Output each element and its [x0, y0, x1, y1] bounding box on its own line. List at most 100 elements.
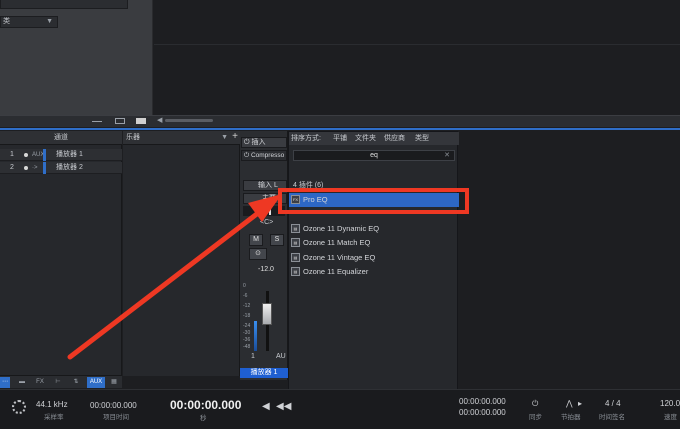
tempo[interactable]: 120.0	[660, 399, 680, 408]
list-item-label: Ozone 11 Equalizer	[303, 267, 369, 276]
plugin-browser-popup: 排序方式: 平铺 文件夹 供应商 类型 eq ✕ 4 插件 (6) FX Pro…	[288, 131, 459, 429]
close-icon[interactable]: ✕	[444, 151, 450, 160]
scroll-left-icon[interactable]: ◀	[157, 116, 162, 124]
metronome-icon[interactable]: ⋀	[566, 399, 573, 408]
right-time-1: 00:00:00.000	[459, 397, 506, 406]
fx-button[interactable]: FX	[34, 377, 46, 388]
sort-option-folder[interactable]: 文件夹	[355, 132, 376, 145]
top-toolbar: ◀	[0, 115, 680, 127]
performance-icon[interactable]	[12, 400, 26, 414]
metronome-label: 节拍器	[561, 414, 581, 421]
list-item[interactable]: ▤ Ozone 11 Equalizer	[289, 265, 459, 279]
scale-tick: -48	[243, 344, 251, 350]
time-signature[interactable]: 4 / 4	[605, 399, 621, 408]
channel-list-panel: 通道 1 AUX 播放器 1 2 ·> 播放器 2	[0, 131, 122, 376]
restore-icon[interactable]	[115, 118, 125, 124]
channel-type: AU	[276, 353, 286, 360]
scale-tick: -36	[243, 337, 251, 343]
list-item-label: Ozone 11 Dynamic EQ	[303, 224, 380, 233]
grid-line	[154, 44, 680, 45]
pan-indicator	[269, 207, 271, 215]
instrument-header-label: 乐器	[126, 134, 140, 141]
level-meter	[254, 321, 257, 351]
sort-option-flat[interactable]: 平铺	[333, 132, 347, 145]
plugin-icon: ▤	[291, 224, 300, 233]
list-item-label: Ozone 11 Match EQ	[303, 238, 371, 247]
sort-row: 排序方式: 平铺 文件夹 供应商 类型	[289, 132, 459, 145]
tempo-label: 速度	[664, 414, 677, 421]
scale-tick: -6	[243, 293, 248, 299]
horizontal-scrollbar[interactable]	[165, 119, 213, 122]
aux-button[interactable]: AUX	[87, 377, 105, 388]
insert-header[interactable]: ⏻ 插入	[241, 137, 287, 148]
fast-rewind-icon[interactable]: ◀◀	[276, 401, 291, 412]
main-time-unit: 秒	[200, 415, 207, 422]
sample-rate: 44.1 kHz	[36, 400, 68, 409]
rewind-icon[interactable]: ◀	[262, 401, 270, 412]
channel-num: 2	[10, 164, 14, 171]
power-icon[interactable]: ⏻	[244, 152, 251, 159]
top-dropdown-2[interactable]: 类 ▼	[0, 16, 58, 28]
list-item[interactable]: ▤ Ozone 11 Dynamic EQ	[289, 222, 459, 236]
search-input[interactable]: eq ✕	[293, 150, 455, 161]
insert-slot[interactable]: ⏻ Compresso	[241, 150, 287, 161]
list-icon[interactable]: ▬	[16, 377, 28, 388]
top-dropdown-2-label: 类	[3, 18, 10, 25]
project-time: 00:00:00.000	[90, 401, 137, 410]
sends-icon[interactable]: ⊢	[52, 377, 64, 388]
io-icon[interactable]: ⇅	[70, 377, 82, 388]
channel-name: 播放器 1	[56, 151, 83, 158]
sort-option-type[interactable]: 类型	[415, 132, 429, 145]
metronome-settings-icon[interactable]: ▸	[578, 399, 582, 408]
record-dot-icon[interactable]	[24, 153, 28, 157]
scale-tick: 0	[243, 283, 246, 289]
pan-value[interactable]: <C>	[260, 219, 273, 226]
project-time-label: 项目时间	[103, 414, 129, 421]
plugin-icon: ▤	[291, 267, 300, 276]
sync-label: 同步	[529, 414, 542, 421]
list-item[interactable]: ▤ Ozone 11 Match EQ	[289, 236, 459, 250]
mixer-view-icon[interactable]: ⋯	[0, 377, 10, 388]
main-time-display[interactable]: 00:00:00.000	[170, 398, 241, 412]
channel-name-strip[interactable]: 播放器 1	[240, 368, 288, 378]
right-time-2: 00:00:00.000	[459, 408, 506, 417]
mixer-channel-strip: ⏻ 插入 ⏻ Compresso 输入 L 主要 <C> M S ⊙ -12.0…	[240, 131, 288, 380]
channel-row[interactable]: 1 AUX 播放器 1	[0, 149, 122, 161]
monitor-button[interactable]: ⊙	[249, 248, 267, 260]
minimize-icon[interactable]	[92, 118, 102, 122]
list-item[interactable]: ▤ Ozone 11 Vintage EQ	[289, 251, 459, 265]
mute-button[interactable]: M	[249, 234, 263, 246]
solo-button[interactable]: S	[270, 234, 284, 246]
list-item-label: Ozone 11 Vintage EQ	[303, 253, 376, 262]
channel-row[interactable]: 2 ·> 播放器 2	[0, 162, 122, 174]
channel-number: 1	[251, 353, 255, 360]
volume-fader[interactable]	[262, 303, 272, 325]
instrument-panel: 乐器 ▼ +	[123, 131, 240, 376]
top-left-panel: 类 ▼	[0, 0, 153, 127]
transport-bar: 44.1 kHz 采样率 00:00:00.000 项目时间 00:00:00.…	[0, 389, 680, 429]
chevron-down-icon[interactable]: ▼	[221, 131, 228, 144]
sync-icon[interactable]: ⏻	[532, 399, 538, 409]
insert-label: 插入	[251, 139, 266, 146]
highlight-box	[278, 188, 469, 214]
grid-icon[interactable]: ▦	[108, 377, 120, 388]
sort-label: 排序方式:	[291, 135, 321, 142]
maximize-icon[interactable]	[136, 118, 146, 124]
chevron-down-icon: ▼	[46, 18, 53, 25]
scale-tick: -24	[243, 323, 251, 329]
divider-accent	[0, 128, 680, 130]
insert-slot-label: Compresso	[250, 152, 285, 159]
channel-header: 通道	[0, 131, 122, 145]
time-signature-label: 时间签名	[599, 414, 625, 421]
sort-option-vendor[interactable]: 供应商	[384, 132, 405, 145]
add-instrument-button[interactable]: +	[232, 131, 238, 143]
channel-color-bar	[43, 149, 46, 161]
channel-color-bar	[43, 162, 46, 174]
record-dot-icon[interactable]	[24, 166, 28, 170]
instrument-header: 乐器 ▼ +	[123, 131, 240, 145]
scale-tick: -30	[243, 330, 251, 336]
top-dropdown-1[interactable]	[0, 0, 128, 9]
channel-num: 1	[10, 151, 14, 158]
volume-value[interactable]: -12.0	[258, 266, 274, 273]
channel-name: 播放器 2	[56, 164, 83, 171]
